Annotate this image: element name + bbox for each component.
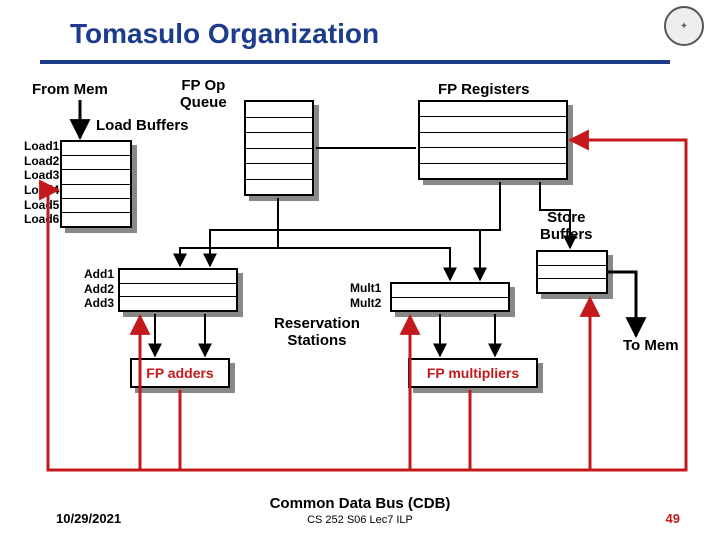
- row-tag: Add3: [84, 297, 114, 312]
- row-tag: Load2: [24, 155, 59, 170]
- row-tag: Load3: [24, 169, 59, 184]
- row-tag: Mult2: [350, 297, 381, 312]
- label-cdb: Common Data Bus (CDB): [0, 495, 720, 512]
- row-tag: Load1: [24, 140, 59, 155]
- add-rs-tags: Add1Add2Add3: [84, 268, 114, 312]
- page-title: Tomasulo Organization: [70, 18, 379, 50]
- seal-icon: ✦: [664, 6, 704, 46]
- label-reservation-stations: Reservation Stations: [274, 316, 360, 349]
- label-fp-registers: FP Registers: [438, 82, 529, 99]
- mult-rs-tags: Mult1Mult2: [350, 282, 381, 312]
- row-tag: Load6: [24, 213, 59, 228]
- label-from-mem: From Mem: [32, 82, 108, 99]
- footer-page: 49: [666, 511, 680, 526]
- label-fp-op-queue: FP Op Queue: [180, 78, 227, 111]
- label-store-buffers: Store Buffers: [540, 210, 593, 243]
- row-tag: Load4: [24, 184, 59, 199]
- row-tag: Add1: [84, 268, 114, 283]
- row-tag: Mult1: [350, 282, 381, 297]
- row-tag: Load5: [24, 199, 59, 214]
- label-load-buffers: Load Buffers: [96, 118, 189, 135]
- title-underline: [40, 60, 670, 64]
- footer-course: CS 252 S06 Lec7 ILP: [0, 514, 720, 526]
- row-tag: Add2: [84, 283, 114, 298]
- load-buffer-tags: Load1Load2Load3Load4Load5Load6: [24, 140, 59, 228]
- label-to-mem: To Mem: [623, 338, 679, 355]
